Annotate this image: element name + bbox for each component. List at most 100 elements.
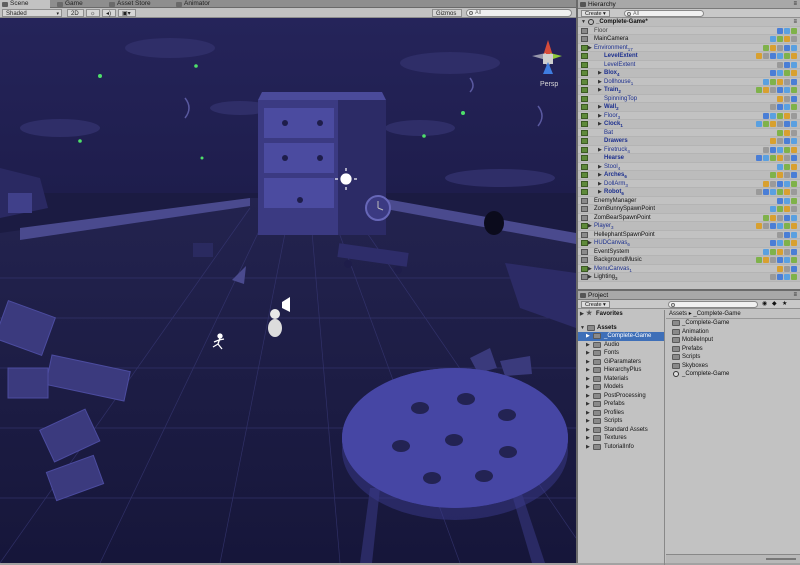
component-icon[interactable] <box>777 146 783 153</box>
component-icon[interactable] <box>777 206 783 212</box>
component-icon[interactable] <box>756 155 762 161</box>
hierarchy-row[interactable]: HellephantSpawnPoint <box>578 231 800 239</box>
expand-arrow-icon[interactable]: ▶ <box>586 358 590 367</box>
hierarchy-row[interactable]: ▶ Dollhouse1 <box>578 78 800 86</box>
hierarchy-row[interactable]: ▶ Environment17 <box>578 44 800 52</box>
breadcrumb-assets[interactable]: Assets <box>669 311 687 317</box>
component-icon[interactable] <box>791 27 797 34</box>
component-icon[interactable] <box>777 257 783 263</box>
hierarchy-row[interactable]: EnemyManager <box>578 197 800 205</box>
hierarchy-row[interactable]: LevelExtent <box>578 52 800 61</box>
hierarchy-row[interactable]: ▶ DollArm3 <box>578 180 800 188</box>
expand-arrow-icon[interactable]: ▶ <box>598 188 602 197</box>
assets-root-row[interactable]: ▼ Assets <box>578 324 664 333</box>
folder-tree-item[interactable]: ▶ Materials <box>578 375 664 384</box>
persp-label[interactable]: Persp <box>540 81 558 88</box>
component-icon[interactable] <box>784 95 790 102</box>
expand-arrow-icon[interactable]: ▶ <box>586 392 590 401</box>
hierarchy-row[interactable]: ▶ HUDCanvas6 <box>578 239 800 248</box>
component-icon[interactable] <box>756 121 762 127</box>
component-icon[interactable] <box>777 240 783 246</box>
component-icon[interactable] <box>763 78 769 85</box>
icon-size-slider[interactable] <box>766 558 796 560</box>
component-icon[interactable] <box>777 95 783 102</box>
component-icon[interactable] <box>777 61 783 68</box>
panel-menu-icon[interactable]: ≡ <box>793 291 797 300</box>
component-icon[interactable] <box>784 61 790 68</box>
component-icon[interactable] <box>763 146 769 153</box>
folder-tree-item[interactable]: ▶ HierarchyPlus <box>578 366 664 375</box>
component-icon[interactable] <box>784 36 790 42</box>
tab-animator[interactable]: Animator <box>174 0 229 8</box>
expand-arrow-icon[interactable]: ▶ <box>598 120 602 129</box>
component-icon[interactable] <box>784 223 790 229</box>
hierarchy-search-input[interactable]: All <box>624 10 704 17</box>
component-icon[interactable] <box>763 44 769 51</box>
component-icon[interactable] <box>784 206 790 212</box>
expand-arrow-icon[interactable]: ▶ <box>586 400 590 409</box>
expand-arrow-icon[interactable]: ▶ <box>588 265 592 274</box>
component-icon[interactable] <box>791 223 797 229</box>
component-icon[interactable] <box>791 197 797 204</box>
component-icon[interactable] <box>791 214 797 221</box>
expand-arrow-icon[interactable]: ▶ <box>586 409 590 418</box>
hierarchy-row[interactable]: ▶ MenuCanvas1 <box>578 265 800 274</box>
component-icon[interactable] <box>784 172 790 178</box>
save-search-icon[interactable]: ★ <box>782 300 787 307</box>
component-icon[interactable] <box>756 87 762 93</box>
component-icon[interactable] <box>784 180 790 187</box>
hierarchy-create-button[interactable]: Create ▾ <box>581 10 610 17</box>
component-icon[interactable] <box>770 146 776 153</box>
hierarchy-row[interactable]: ▶ Lighting3 <box>578 273 800 282</box>
component-icon[interactable] <box>770 70 776 76</box>
hierarchy-row[interactable]: EventSystem <box>578 248 800 256</box>
component-icon[interactable] <box>777 138 783 144</box>
panel-menu-icon[interactable]: ≡ <box>793 0 797 9</box>
expand-arrow-icon[interactable]: ▶ <box>598 69 602 78</box>
breadcrumb-current[interactable]: _Complete-Game <box>693 311 740 317</box>
component-icon[interactable] <box>770 240 776 246</box>
component-icon[interactable] <box>791 36 797 42</box>
component-icon[interactable] <box>770 36 776 42</box>
project-search-input[interactable] <box>668 301 758 308</box>
component-icon[interactable] <box>784 155 790 161</box>
component-icon[interactable] <box>770 172 776 178</box>
component-icon[interactable] <box>791 163 797 170</box>
effects-dropdown[interactable]: ▣▾ <box>118 9 136 17</box>
component-icon[interactable] <box>791 95 797 102</box>
component-icon[interactable] <box>777 231 783 238</box>
component-icon[interactable] <box>777 53 783 59</box>
component-icon[interactable] <box>763 112 769 119</box>
component-icon[interactable] <box>784 78 790 85</box>
component-icon[interactable] <box>791 240 797 246</box>
expand-arrow-icon[interactable]: ▶ <box>586 349 590 358</box>
expand-arrow-icon[interactable]: ▶ <box>598 163 602 172</box>
expand-arrow-icon[interactable]: ▶ <box>586 366 590 375</box>
component-icon[interactable] <box>763 121 769 127</box>
folder-tree-item[interactable]: ▶ PostProcessing <box>578 392 664 401</box>
asset-item[interactable]: Scripts <box>666 353 800 362</box>
component-icon[interactable] <box>763 180 769 187</box>
component-icon[interactable] <box>777 274 783 280</box>
2d-toggle-button[interactable]: 2D <box>67 9 84 17</box>
component-icon[interactable] <box>784 87 790 93</box>
hierarchy-row[interactable]: BackgroundMusic <box>578 256 800 265</box>
folder-tree-item[interactable]: ▶ Scripts <box>578 417 664 426</box>
expand-arrow-icon[interactable]: ▶ <box>586 434 590 443</box>
component-icon[interactable] <box>791 172 797 178</box>
component-icon[interactable] <box>777 112 783 119</box>
folder-tree-item[interactable]: ▶ _Complete-Game <box>578 332 664 341</box>
folder-tree-item[interactable]: ▶ Fonts <box>578 349 664 358</box>
component-icon[interactable] <box>791 146 797 153</box>
bat-object[interactable] <box>193 243 213 257</box>
component-icon[interactable] <box>784 189 790 195</box>
expand-arrow-icon[interactable]: ▶ <box>586 375 590 384</box>
expand-arrow-icon[interactable]: ▶ <box>598 146 602 155</box>
expand-arrow-icon[interactable]: ▶ <box>580 310 584 319</box>
component-icon[interactable] <box>791 248 797 255</box>
hierarchy-row[interactable]: Drawers <box>578 137 800 146</box>
component-icon[interactable] <box>791 231 797 238</box>
hierarchy-row[interactable]: LevelExtent <box>578 61 800 69</box>
tab-asset-store[interactable]: Asset Store <box>107 0 167 8</box>
component-icon[interactable] <box>784 274 790 280</box>
